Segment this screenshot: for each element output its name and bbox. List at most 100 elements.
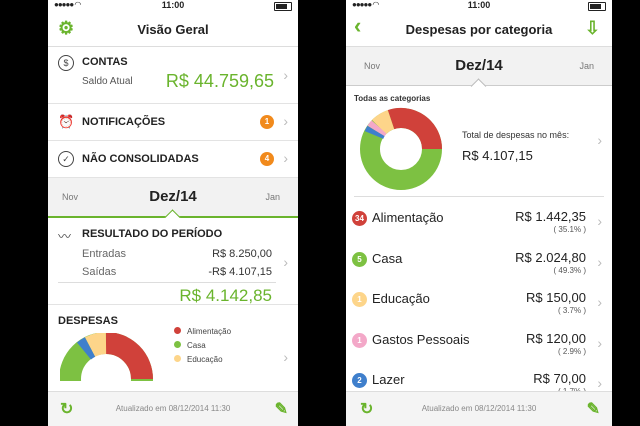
status-bar: ●●●●● ◠ 11:00 bbox=[48, 0, 298, 12]
chevron-right-icon: › bbox=[597, 334, 602, 351]
category-name: Educação bbox=[372, 291, 430, 306]
category-badge: 34 bbox=[352, 211, 367, 226]
alarm-clock-icon: ⏰ bbox=[58, 114, 75, 129]
resultado-label: RESULTADO DO PERÍODO bbox=[82, 228, 223, 240]
category-name: Alimentação bbox=[372, 210, 444, 225]
download-arrow-icon[interactable]: ⇩ bbox=[585, 18, 600, 38]
category-row-alimentacao[interactable]: 34 Alimentação R$ 1.442,35 ( 35.1% ) › bbox=[346, 203, 612, 244]
legend-label: Alimentação bbox=[187, 327, 232, 336]
chevron-right-icon: › bbox=[283, 67, 288, 83]
despesas-donut-chart bbox=[60, 333, 153, 381]
nav-bar: ⚙ Visão Geral bbox=[48, 12, 298, 47]
saldo-atual-value: R$ 44.759,65 bbox=[165, 71, 274, 91]
category-list: 34 Alimentação R$ 1.442,35 ( 35.1% ) › 5… bbox=[346, 203, 612, 406]
category-badge: 5 bbox=[352, 251, 367, 267]
legend-label: Casa bbox=[187, 341, 206, 350]
despesas-label: DESPESAS bbox=[58, 315, 118, 327]
notificacoes-row[interactable]: ⏰ NOTIFICAÇÕES 1 › bbox=[48, 104, 298, 141]
chevron-right-icon: › bbox=[283, 150, 288, 166]
category-value: R$ 2.024,80 bbox=[515, 249, 586, 265]
dollar-icon: $ bbox=[58, 55, 74, 71]
total-value: R$ 4.107,15 bbox=[462, 148, 533, 163]
saidas-label: Saídas bbox=[82, 266, 117, 278]
despesas-section[interactable]: DESPESAS Alimentação Casa Educação › bbox=[48, 305, 298, 381]
chevron-right-icon: › bbox=[597, 375, 602, 391]
nao-consolidadas-row[interactable]: ✓ NÃO CONSOLIDADAS 4 › bbox=[48, 141, 298, 178]
chevron-right-icon: › bbox=[597, 294, 602, 310]
page-title: Despesas por categoria bbox=[405, 22, 553, 37]
current-month: Dez/14 bbox=[149, 188, 197, 205]
category-name: Casa bbox=[372, 250, 403, 266]
category-name: Lazer bbox=[372, 372, 405, 387]
status-bar: ●●●●● ◠ 11:00 bbox=[346, 0, 612, 12]
category-percent: ( 3.7% ) bbox=[557, 306, 586, 315]
category-value: R$ 150,00 bbox=[526, 290, 586, 305]
category-expenses-screen: ●●●●● ◠ 11:00 ‹ Despesas por categoria ⇩… bbox=[346, 0, 612, 426]
category-name: Gastos Pessoais bbox=[372, 331, 470, 347]
month-selector[interactable]: Nov Dez/14 Jan bbox=[346, 47, 612, 94]
category-percent: ( 49.3% ) bbox=[553, 265, 586, 275]
category-value: R$ 70,00 bbox=[533, 371, 586, 386]
category-row-casa[interactable]: 5 Casa R$ 2.024,80 ( 49.3% ) › bbox=[346, 244, 612, 285]
nao-consolidadas-label: NÃO CONSOLIDADAS bbox=[82, 153, 199, 165]
overview-screen: ●●●●● ◠ 11:00 ⚙ Visão Geral $ CONTAS Sal… bbox=[48, 0, 298, 426]
status-time: 11:00 bbox=[161, 0, 185, 10]
categories-donut-chart bbox=[360, 107, 443, 190]
contas-row[interactable]: $ CONTAS Saldo Atual R$ 44.759,65 › bbox=[48, 47, 298, 104]
total-label: Total de despesas no mês: bbox=[462, 130, 570, 140]
nao-consolidadas-badge: 4 bbox=[260, 152, 274, 166]
footer-bar: ↻ Atualizado em 08/12/2014 11:30 ✎ bbox=[48, 391, 298, 426]
footer-bar: ↻ Atualizado em 08/12/2014 11:30 ✎ bbox=[346, 391, 612, 426]
entradas-label: Entradas bbox=[82, 248, 127, 260]
chevron-right-icon: › bbox=[283, 254, 288, 270]
check-circle-icon: ✓ bbox=[58, 151, 74, 167]
category-percent: ( 2.9% ) bbox=[557, 346, 586, 356]
legend-item: Alimentação bbox=[174, 327, 231, 336]
category-value: R$ 1.442,35 bbox=[515, 209, 586, 224]
chevron-right-icon: › bbox=[597, 213, 602, 229]
legend-swatch bbox=[174, 327, 181, 334]
next-month[interactable]: Jan bbox=[265, 192, 280, 202]
donut-slice-educacao bbox=[371, 110, 395, 135]
battery-icon bbox=[274, 2, 292, 11]
nav-bar: ‹ Despesas por categoria ⇩ bbox=[346, 12, 612, 47]
resultado-periodo-section[interactable]: 〰 RESULTADO DO PERÍODO Entradas R$ 8.250… bbox=[48, 218, 298, 305]
donut-slice-alimentacao bbox=[105, 333, 153, 380]
category-percent: ( 35.1% ) bbox=[553, 225, 586, 234]
saidas-value: -R$ 4.107,15 bbox=[208, 266, 272, 278]
battery-icon bbox=[588, 2, 606, 11]
category-badge: 1 bbox=[352, 292, 367, 307]
category-badge: 2 bbox=[352, 373, 367, 388]
legend-swatch bbox=[174, 355, 181, 362]
edit-icon[interactable]: ✎ bbox=[275, 399, 288, 419]
last-updated-text: Atualizado em 08/12/2014 11:30 bbox=[115, 404, 231, 413]
next-month[interactable]: Jan bbox=[579, 61, 594, 71]
month-selector[interactable]: Nov Dez/14 Jan bbox=[48, 178, 298, 225]
legend-swatch bbox=[174, 341, 181, 348]
chevron-right-icon: › bbox=[597, 253, 602, 270]
category-row-gastos-pessoais[interactable]: 1 Gastos Pessoais R$ 120,00 ( 2.9% ) › bbox=[346, 325, 612, 366]
all-categories-summary[interactable]: Todas as categorias Total de despesas no… bbox=[354, 86, 604, 197]
status-time: 11:00 bbox=[467, 0, 491, 10]
legend-item: Educação bbox=[174, 355, 231, 364]
donut-slice-gastos-pessoais bbox=[367, 120, 387, 137]
page-title: Visão Geral bbox=[137, 22, 209, 37]
donut-slice-educacao bbox=[84, 333, 107, 358]
current-month: Dez/14 bbox=[455, 57, 503, 74]
edit-icon[interactable]: ✎ bbox=[587, 399, 600, 419]
donut-slice-alimentacao bbox=[387, 107, 443, 150]
all-categories-label: Todas as categorias bbox=[354, 94, 431, 103]
last-updated-text: Atualizado em 08/12/2014 11:30 bbox=[421, 404, 537, 413]
resultado-total: R$ 4.142,85 bbox=[179, 286, 272, 305]
chevron-right-icon: › bbox=[597, 132, 602, 148]
despesas-legend: Alimentação Casa Educação bbox=[174, 327, 231, 364]
donut-slice-lazer bbox=[364, 125, 385, 139]
category-badge: 1 bbox=[352, 332, 367, 348]
divider bbox=[58, 282, 276, 283]
chevron-right-icon: › bbox=[283, 113, 288, 129]
chevron-right-icon: › bbox=[283, 349, 288, 365]
notificacoes-label: NOTIFICAÇÕES bbox=[82, 116, 166, 128]
category-row-educacao[interactable]: 1 Educação R$ 150,00 ( 3.7% ) › bbox=[346, 284, 612, 325]
donut-slice-lazer bbox=[77, 337, 96, 360]
saldo-atual-label: Saldo Atual bbox=[82, 76, 133, 87]
